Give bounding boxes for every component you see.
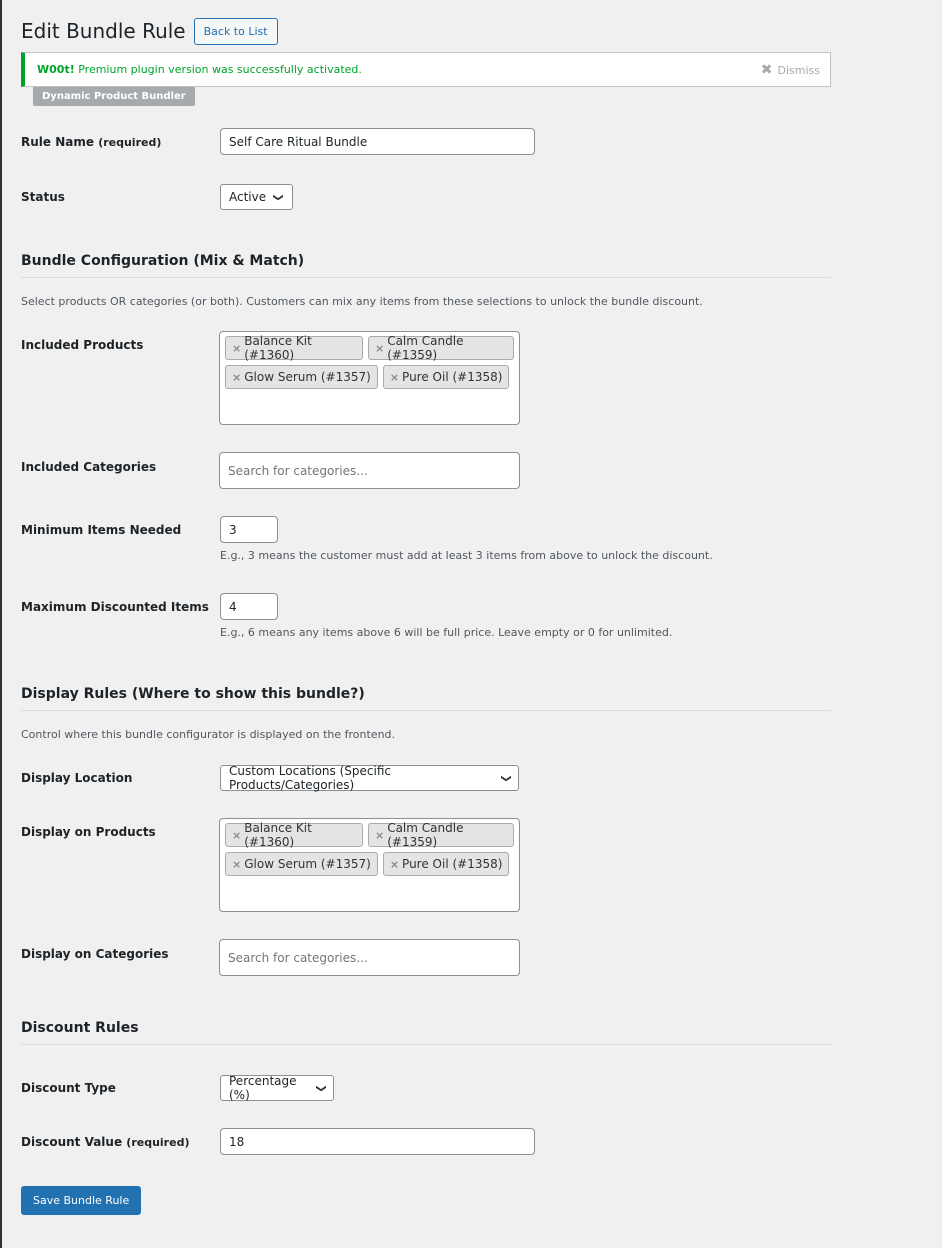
included-categories-label: Included Categories	[21, 460, 157, 474]
remove-icon[interactable]: ×	[390, 858, 399, 871]
section-divider	[21, 277, 831, 278]
remove-icon[interactable]: ×	[232, 371, 241, 384]
included-products-label: Included Products	[21, 338, 144, 352]
notice-strong: W00t!	[37, 63, 75, 76]
status-select[interactable]: Active ❯	[220, 184, 293, 210]
product-chip[interactable]: × Pure Oil (#1358)	[382, 852, 510, 876]
section-divider	[21, 710, 831, 711]
status-value: Active	[229, 190, 267, 204]
section-divider	[21, 1044, 831, 1045]
plugin-tag: Dynamic Product Bundler	[33, 87, 195, 106]
chevron-down-icon: ❯	[272, 192, 284, 202]
dismiss-button[interactable]: ✖ Dismiss	[761, 62, 820, 78]
success-notice: W00t! Premium plugin version was success…	[21, 52, 831, 87]
display-rules-description: Control where this bundle configurator i…	[21, 728, 396, 741]
product-chip[interactable]: × Pure Oil (#1358)	[382, 365, 510, 389]
discount-value-label-text: Discount Value	[21, 1135, 123, 1149]
product-chip[interactable]: × Calm Candle (#1359)	[367, 334, 514, 362]
rule-name-label-text: Rule Name	[21, 135, 94, 149]
product-chip[interactable]: × Glow Serum (#1357)	[225, 365, 378, 389]
discount-rules-title: Discount Rules	[21, 1020, 139, 1036]
display-categories-label: Display on Categories	[21, 947, 169, 961]
display-categories-search[interactable]: Search for categories...	[219, 939, 520, 976]
chevron-down-icon: ❯	[500, 773, 512, 783]
min-items-label: Minimum Items Needed	[21, 523, 182, 537]
status-label: Status	[21, 190, 65, 204]
discount-type-label: Discount Type	[21, 1081, 116, 1095]
page-title: Edit Bundle Rule	[21, 19, 186, 43]
admin-sidebar-edge	[0, 0, 2, 1248]
product-chip[interactable]: × Balance Kit (#1360)	[225, 821, 363, 849]
included-categories-search[interactable]: Search for categories...	[219, 452, 520, 489]
max-items-help: E.g., 6 means any items above 6 will be …	[220, 626, 673, 639]
max-items-input[interactable]: 4	[220, 593, 278, 620]
discount-value-label: Discount Value (required)	[21, 1135, 189, 1149]
display-location-label: Display Location	[21, 771, 133, 785]
close-icon: ✖	[760, 62, 773, 78]
included-products-select[interactable]: × Balance Kit (#1360) × Calm Candle (#1359…	[219, 331, 520, 425]
remove-icon[interactable]: ×	[232, 829, 241, 842]
product-chip[interactable]: × Calm Candle (#1359)	[367, 821, 514, 849]
notice-message: Premium plugin version was successfully …	[78, 63, 362, 76]
bundle-config-title: Bundle Configuration (Mix & Match)	[21, 253, 305, 269]
save-bundle-rule-button[interactable]: Save Bundle Rule	[21, 1186, 142, 1215]
discount-value-input[interactable]: 18	[220, 1128, 535, 1155]
display-rules-title: Display Rules (Where to show this bundle…	[21, 686, 365, 702]
product-chip[interactable]: × Balance Kit (#1360)	[225, 334, 363, 362]
chevron-down-icon: ❯	[315, 1083, 327, 1093]
rule-name-label: Rule Name (required)	[21, 135, 161, 149]
back-to-list-button[interactable]: Back to List	[193, 17, 278, 45]
remove-icon[interactable]: ×	[232, 858, 241, 871]
remove-icon[interactable]: ×	[232, 342, 241, 355]
required-marker: (required)	[126, 1136, 190, 1149]
remove-icon[interactable]: ×	[390, 371, 399, 384]
display-products-label: Display on Products	[21, 825, 156, 839]
page-header: Edit Bundle Rule Back to List	[21, 17, 278, 45]
max-items-label: Maximum Discounted Items	[21, 600, 209, 614]
required-marker: (required)	[98, 136, 162, 149]
remove-icon[interactable]: ×	[375, 829, 384, 842]
display-location-select[interactable]: Custom Locations (Specific Products/Cate…	[220, 764, 519, 792]
min-items-help: E.g., 3 means the customer must add at l…	[220, 549, 713, 562]
bundle-config-description: Select products OR categories (or both).…	[21, 295, 703, 308]
discount-type-value: Percentage (%)	[229, 1074, 297, 1102]
remove-icon[interactable]: ×	[375, 342, 384, 355]
display-products-select[interactable]: × Balance Kit (#1360) × Calm Candle (#1359…	[219, 818, 520, 912]
rule-name-input[interactable]: Self Care Ritual Bundle	[220, 128, 535, 155]
product-chip[interactable]: × Glow Serum (#1357)	[225, 852, 378, 876]
min-items-input[interactable]: 3	[220, 516, 278, 543]
dismiss-label: Dismiss	[777, 63, 821, 77]
display-location-value: Custom Locations (Specific Products/Cate…	[229, 764, 391, 792]
discount-type-select[interactable]: Percentage (%) ❯	[220, 1074, 334, 1102]
notice-text: W00t! Premium plugin version was success…	[37, 63, 362, 76]
